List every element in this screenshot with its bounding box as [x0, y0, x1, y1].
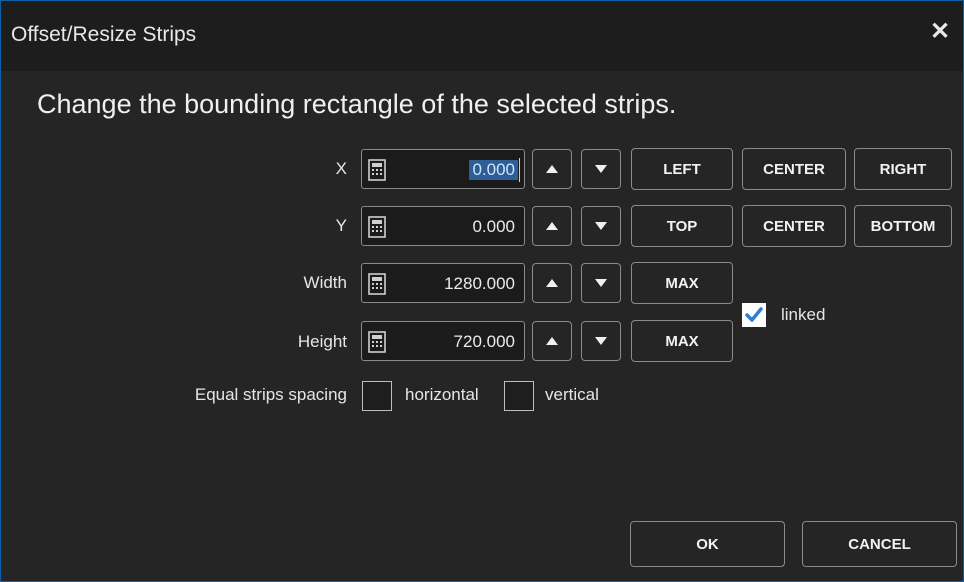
- arrow-up-icon: [546, 222, 558, 230]
- spacing-label: Equal strips spacing: [194, 385, 347, 404]
- height-decrement-button[interactable]: [581, 321, 621, 361]
- linked-label: linked: [781, 305, 826, 324]
- arrow-up-icon: [546, 337, 558, 345]
- ok-button[interactable]: OK: [630, 521, 785, 567]
- vertical-spacing-label: vertical: [545, 385, 599, 404]
- align-right-button[interactable]: RIGHT: [854, 148, 952, 190]
- window-title: Offset/Resize Strips: [11, 23, 197, 46]
- horizontal-spacing-checkbox[interactable]: [362, 381, 392, 411]
- y-increment-button[interactable]: [532, 206, 572, 246]
- arrow-down-icon: [595, 279, 607, 287]
- height-input[interactable]: 720.000: [361, 321, 525, 361]
- y-input[interactable]: 0.000: [361, 206, 525, 246]
- width-value: 1280.000: [444, 274, 515, 293]
- width-label: Width: [303, 273, 347, 292]
- max-width-button[interactable]: MAX: [631, 262, 733, 304]
- x-decrement-button[interactable]: [581, 149, 621, 189]
- width-increment-button[interactable]: [532, 263, 572, 303]
- x-label: X: [335, 159, 347, 178]
- vertical-spacing-checkbox[interactable]: [504, 381, 534, 411]
- dialog-prompt: Change the bounding rectangle of the sel…: [37, 89, 677, 119]
- x-increment-button[interactable]: [532, 149, 572, 189]
- height-label: Height: [297, 332, 347, 351]
- calculator-icon[interactable]: [368, 331, 386, 353]
- horizontal-spacing-label: horizontal: [405, 385, 479, 404]
- align-left-button[interactable]: LEFT: [631, 148, 733, 190]
- x-input[interactable]: 0.000: [361, 149, 525, 189]
- width-decrement-button[interactable]: [581, 263, 621, 303]
- height-increment-button[interactable]: [532, 321, 572, 361]
- align-center-x-button[interactable]: CENTER: [742, 148, 846, 190]
- x-value: 0.000: [469, 160, 518, 180]
- arrow-up-icon: [546, 165, 558, 173]
- y-label: Y: [335, 216, 347, 235]
- width-input[interactable]: 1280.000: [361, 263, 525, 303]
- arrow-up-icon: [546, 279, 558, 287]
- arrow-down-icon: [595, 222, 607, 230]
- y-value: 0.000: [472, 217, 515, 236]
- close-icon[interactable]: ✕: [925, 17, 955, 47]
- arrow-down-icon: [595, 165, 607, 173]
- calculator-icon[interactable]: [368, 273, 386, 295]
- checkmark-icon: [745, 307, 763, 322]
- align-center-y-button[interactable]: CENTER: [742, 205, 846, 247]
- calculator-icon[interactable]: [368, 159, 386, 181]
- offset-resize-dialog: Offset/Resize Strips ✕ Change the boundi…: [0, 0, 964, 582]
- text-caret: [519, 158, 520, 182]
- linked-checkbox[interactable]: [742, 303, 766, 327]
- align-bottom-button[interactable]: BOTTOM: [854, 205, 952, 247]
- height-value: 720.000: [453, 332, 515, 351]
- cancel-button[interactable]: CANCEL: [802, 521, 957, 567]
- arrow-down-icon: [595, 337, 607, 345]
- title-bar: Offset/Resize Strips ✕: [1, 1, 963, 71]
- max-height-button[interactable]: MAX: [631, 320, 733, 362]
- y-decrement-button[interactable]: [581, 206, 621, 246]
- calculator-icon[interactable]: [368, 216, 386, 238]
- align-top-button[interactable]: TOP: [631, 205, 733, 247]
